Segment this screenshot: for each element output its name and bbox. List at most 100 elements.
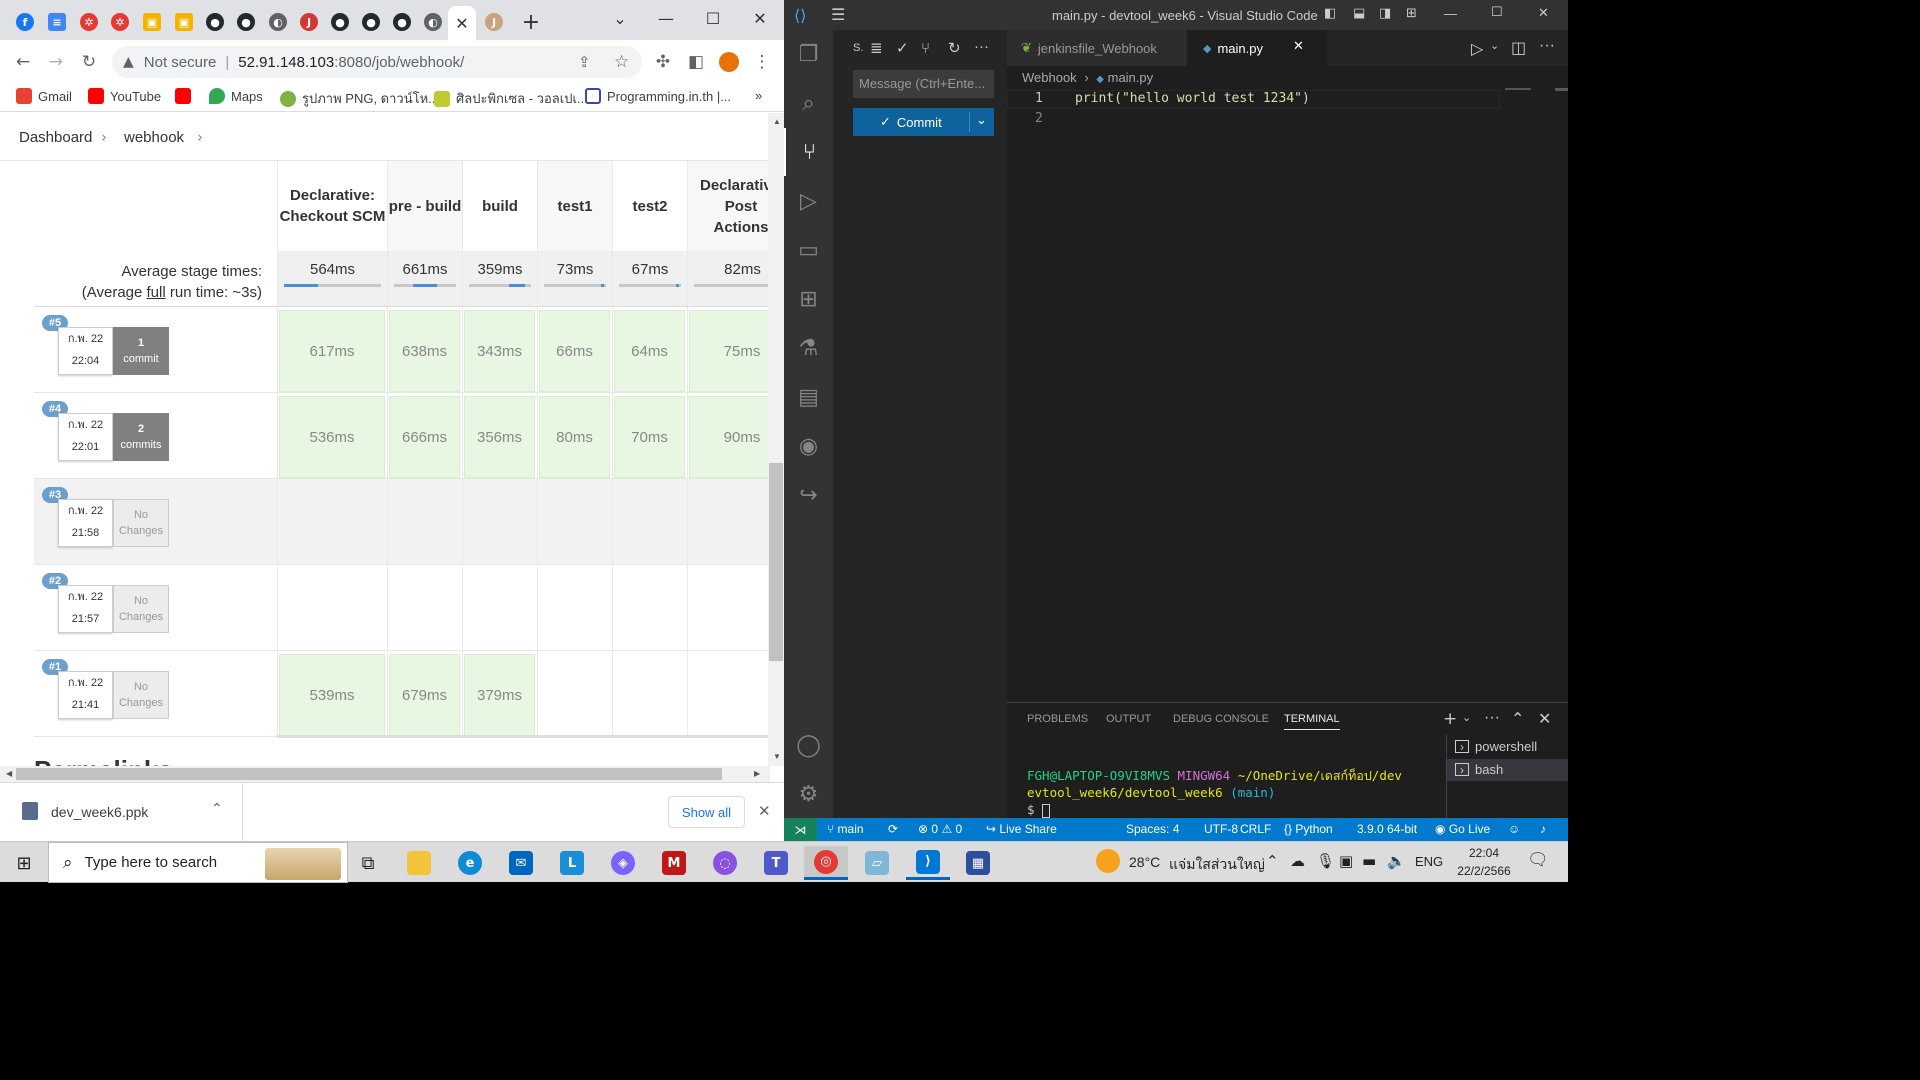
tab-box-2[interactable]: ▣ [170, 8, 198, 36]
maximize-panel-icon[interactable]: ⌃ [1511, 709, 1524, 728]
hamburger-menu-icon[interactable]: ☰ [831, 5, 845, 24]
address-bar[interactable]: ▲ Not secure | 52.91.148.103:8080/job/we… [112, 46, 642, 78]
tab-github-1[interactable]: ● [201, 8, 229, 36]
full-run-link[interactable]: full [147, 284, 166, 301]
mcafee-button[interactable]: M [652, 846, 696, 880]
app-button-1[interactable]: ◈ [601, 846, 645, 880]
bookmark-png[interactable]: รูปภาพ PNG, ดาวน์โห... [280, 88, 439, 109]
network-icon[interactable]: ▣ [1339, 852, 1353, 870]
go-live-button[interactable]: ◉ Go Live [1435, 822, 1490, 836]
messenger-button[interactable]: ◌ [703, 846, 747, 880]
code-editor[interactable]: Webhook › ◆ main.py 1 print("hello world… [1007, 66, 1568, 702]
bookmark-programming[interactable]: Programming.in.th |... [585, 88, 731, 104]
panel-tab-debug-console[interactable]: DEBUG CONSOLE [1173, 713, 1269, 725]
scroll-down-icon[interactable]: ▼ [773, 752, 781, 761]
stage-cell[interactable]: 679ms [389, 654, 460, 736]
chevron-down-icon[interactable]: ⌄ [1462, 711, 1471, 724]
extensions-button[interactable]: ✣ [651, 50, 675, 74]
scroll-up-icon[interactable]: ▲ [773, 117, 781, 126]
run-debug-icon[interactable]: ▷ [784, 177, 833, 225]
split-editor-icon[interactable]: ◫ [1511, 38, 1526, 57]
eol-indicator[interactable]: CRLF [1240, 822, 1271, 836]
scroll-left-icon[interactable]: ◀ [6, 769, 12, 778]
minimize-icon[interactable]: — [1444, 6, 1457, 21]
stage-cell[interactable]: 638ms [389, 310, 460, 392]
scrollbar-thumb[interactable] [1555, 88, 1568, 91]
tab-facebook[interactable]: f [11, 8, 39, 36]
interpreter-indicator[interactable]: 3.9.0 64-bit [1357, 822, 1417, 836]
stage-cell[interactable]: 70ms [614, 396, 685, 478]
menu-button[interactable]: ⋮ [750, 50, 774, 74]
stage-cell[interactable]: 64ms [614, 310, 685, 392]
tab-search-button[interactable]: ⌄ [597, 4, 643, 32]
commit-button[interactable]: ✓ Commit ⌄ [853, 108, 994, 136]
bell-icon[interactable]: ♪ [1540, 822, 1546, 836]
bookmark-youtube-2[interactable] [175, 88, 197, 104]
tab-github-5[interactable]: ● [388, 8, 416, 36]
extensions-icon[interactable]: ⊞ [784, 275, 833, 323]
terminal-list-powershell[interactable]: › powershell [1455, 739, 1537, 754]
encoding-indicator[interactable]: UTF-8 [1204, 822, 1238, 836]
weather-icon[interactable] [1096, 849, 1120, 873]
bookmark-gmail[interactable]: Gmail [16, 88, 72, 104]
testing-icon[interactable]: ⚗ [784, 324, 833, 372]
live-share-button[interactable]: ↪ Live Share [986, 822, 1057, 836]
stage-cell[interactable]: 379ms [464, 654, 535, 736]
more-actions-icon[interactable]: ··· [974, 38, 989, 55]
close-icon[interactable]: ✕ [1293, 39, 1304, 54]
minimize-button[interactable]: — [643, 4, 689, 32]
bookmark-pixel-art[interactable]: ศิลปะพิกเซล - วอลเปเ... [434, 88, 588, 109]
breadcrumb-webhook[interactable]: webhook [124, 129, 184, 146]
maximize-icon[interactable]: ☐ [1491, 5, 1503, 20]
notebook-icon[interactable]: ▤ [784, 373, 833, 421]
tab-app-1[interactable]: ✲ [75, 8, 103, 36]
volume-icon[interactable]: 🔈 [1387, 852, 1406, 870]
share-icon[interactable]: ⇪ [578, 53, 591, 71]
weather-text[interactable]: แจ่มใสส่วนใหญ่ [1169, 854, 1265, 876]
refresh-icon[interactable]: ↻ [948, 39, 961, 57]
weather-temp[interactable]: 28°C [1129, 854, 1160, 870]
tab-jenkinsfile[interactable]: ❦ jenkinsfile_Webhook [1007, 30, 1187, 66]
app-button-2[interactable]: ▱ [855, 846, 899, 880]
commits-button[interactable]: 1 commit [113, 327, 169, 375]
vscode-button[interactable]: ⟩ [906, 846, 950, 880]
cloud-icon[interactable]: ☁ [1290, 852, 1305, 870]
tab-main-py[interactable]: ◆ main.py ✕ [1187, 30, 1327, 66]
chevron-down-icon[interactable]: ⌄ [1490, 39, 1499, 52]
pull-request-icon[interactable]: ⑂ [921, 39, 930, 57]
taskbar-search[interactable]: ⌕ Type here to search [48, 842, 348, 883]
stage-cell[interactable]: 356ms [464, 396, 535, 478]
tab-github-2[interactable]: ● [232, 8, 260, 36]
language-indicator[interactable]: ENG [1415, 854, 1443, 869]
notifications-icon[interactable]: 🗨 [1527, 850, 1549, 870]
scrollbar-thumb[interactable] [769, 463, 783, 661]
bookmark-maps[interactable]: Maps [209, 88, 263, 104]
stage-cell[interactable]: 666ms [389, 396, 460, 478]
stage-cell[interactable]: 66ms [539, 310, 610, 392]
branch-indicator[interactable]: ⑂ main [827, 822, 864, 836]
panel-tab-terminal[interactable]: TERMINAL [1284, 713, 1340, 730]
file-explorer-button[interactable] [397, 846, 441, 880]
start-button[interactable]: ⊞ [2, 846, 46, 880]
bookmarks-overflow[interactable]: » [755, 88, 762, 103]
close-icon[interactable]: ✕ [455, 14, 468, 33]
indentation-indicator[interactable]: Spaces: 4 [1126, 822, 1179, 836]
bookmark-youtube[interactable]: YouTube [88, 88, 161, 104]
panel-tab-output[interactable]: OUTPUT [1106, 713, 1151, 725]
stage-cell[interactable]: 617ms [279, 310, 385, 392]
reload-button[interactable]: ↻ [77, 50, 101, 74]
search-icon[interactable]: ⌕ [784, 79, 833, 127]
tab-box-1[interactable]: ▣ [138, 8, 166, 36]
more-actions-icon[interactable]: ··· [1484, 709, 1500, 727]
live-share-icon[interactable]: ↪ [784, 471, 833, 519]
battery-icon[interactable]: ▬ [1362, 852, 1376, 870]
chevron-up-icon[interactable]: ⌃ [211, 801, 223, 817]
tab-globe-2[interactable]: ◐ [419, 8, 447, 36]
mail-button[interactable]: ✉ [499, 846, 543, 880]
sync-icon[interactable]: ⟳ [888, 822, 898, 836]
stage-cell[interactable]: 343ms [464, 310, 535, 392]
stage-cell[interactable]: 75ms [689, 310, 768, 392]
breadcrumb-dashboard[interactable]: Dashboard [19, 129, 92, 146]
side-panel-button[interactable]: ◧ [684, 50, 708, 74]
task-view-button[interactable]: ⧉ [346, 846, 390, 880]
